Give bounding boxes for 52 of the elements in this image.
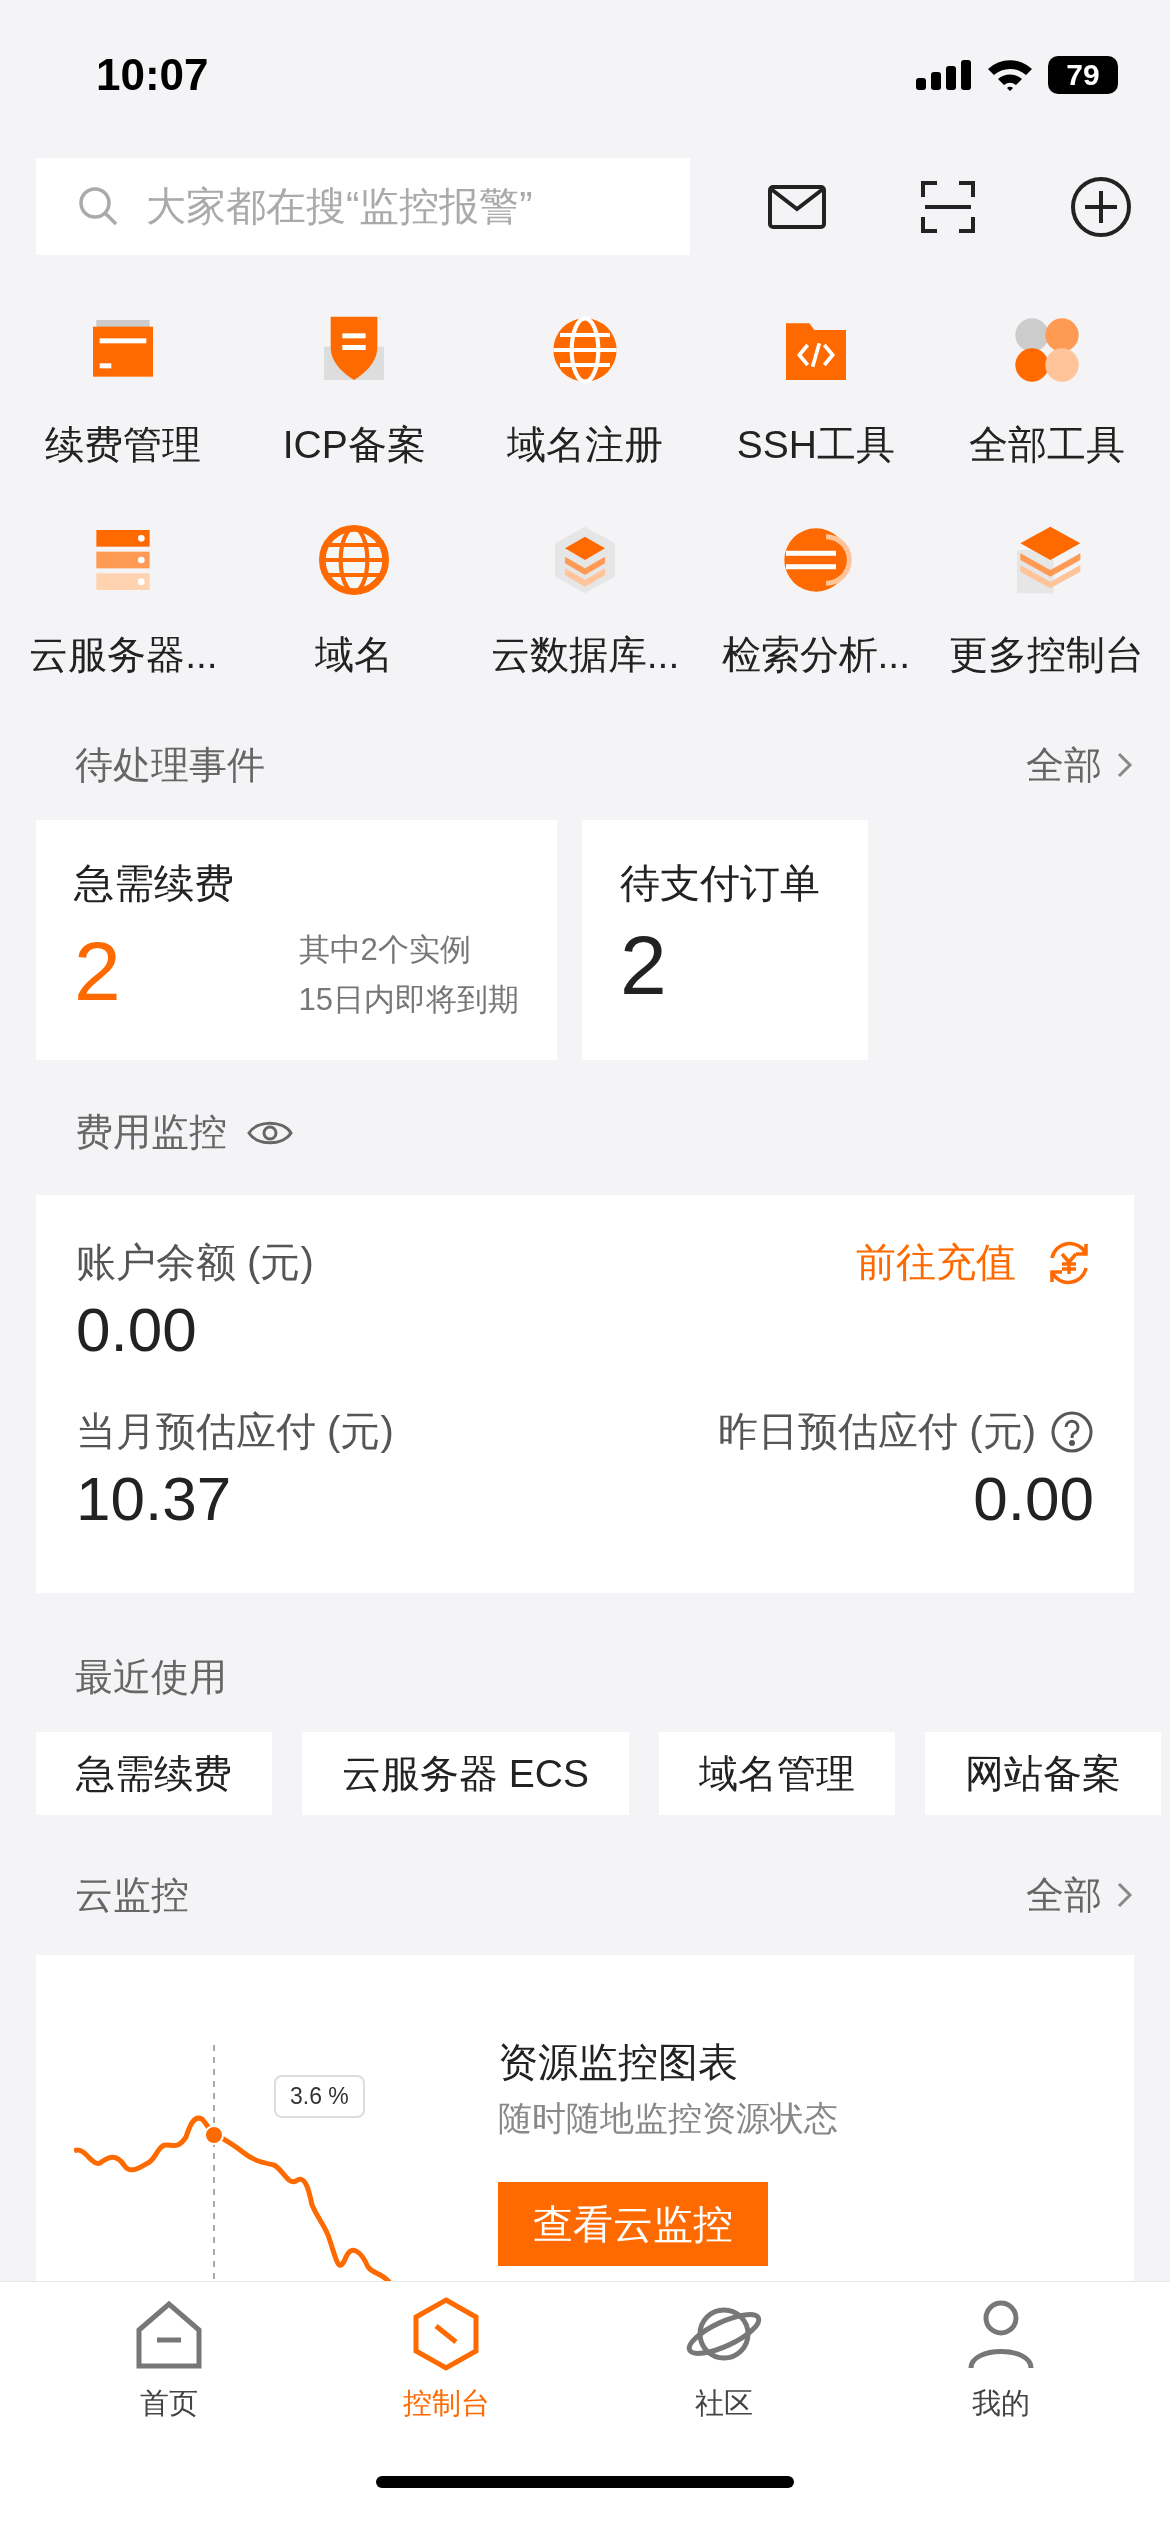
balance-value: 0.00 [76,1294,198,1366]
status-time: 10:07 [96,50,209,100]
chart-tooltip: 3.6 % [274,2075,365,2118]
battery-icon: 79 [1048,56,1118,94]
balance-label: 账户余额 (元) [76,1239,314,1286]
signal-icon [916,60,972,90]
tool-label[interactable]: 域名 [315,630,394,680]
recent-chip[interactable]: 域名管理 [659,1732,896,1815]
tab-item[interactable]: 社区 [623,2294,824,2424]
recent-chip[interactable]: 急需续费 [36,1732,272,1815]
yesterday-label: 昨日预估应付 (元) [718,1408,1036,1455]
month-value: 10.37 [76,1463,232,1535]
event-card[interactable]: 急需续费 2 其中2个实例 15日内即将到期 [36,820,557,1060]
view-all-link[interactable]: 全部 [1026,1869,1134,1921]
search-icon [76,184,120,228]
mail-icon[interactable] [768,184,826,229]
tool-label[interactable]: 更多控制台 [949,630,1145,680]
month-label: 当月预估应付 (元) [76,1408,394,1455]
event-count: 2 [620,917,667,1014]
help-icon[interactable] [1050,1409,1094,1454]
tab-item[interactable]: 我的 [901,2294,1102,2424]
tab-item[interactable]: 首页 [68,2294,269,2424]
section-title: 最近使用 [75,1655,227,1700]
section-title: 云监控 [75,1872,189,1918]
tool-label[interactable]: 域名注册 [507,420,663,470]
event-count: 2 [74,922,121,1020]
monitor-subtitle: 随时随地监控资源状态 [498,2098,838,2139]
yesterday-value: 0.00 [973,1463,1094,1535]
event-card[interactable]: 待支付订单 2 [582,820,868,1060]
wifi-icon [986,58,1034,92]
event-title: 待支付订单 [620,860,821,907]
section-title: 待处理事件 [75,742,265,788]
search-field[interactable]: 大家都在搜“监控报警” [36,158,690,255]
view-all-link[interactable]: 全部 [1026,739,1134,791]
tool-label[interactable]: 续费管理 [45,420,202,470]
monitor-heading: 资源监控图表 [498,2039,739,2086]
tool-label[interactable]: 云服务器... [29,630,218,680]
tool-label[interactable]: 云数据库... [490,630,680,680]
recent-chip[interactable]: 云服务器 ECS [302,1732,630,1815]
recent-chip[interactable]: 网站备案 [925,1732,1162,1815]
tool-label[interactable]: 全部工具 [968,420,1125,470]
chevron-icon [1116,1881,1134,1909]
event-note: 15日内即将到期 [298,981,519,1019]
chevron-icon [1116,751,1134,779]
tool-label[interactable]: 检索分析... [721,630,911,680]
event-title: 急需续费 [74,860,235,907]
tool-label[interactable]: SSH工具 [736,420,895,470]
add-icon[interactable] [1070,175,1132,238]
event-note: 其中2个实例 [298,931,472,969]
tool-label[interactable]: ICP备案 [282,420,426,470]
scan-icon[interactable] [921,180,975,233]
section-title: 费用监控 [75,1110,227,1155]
